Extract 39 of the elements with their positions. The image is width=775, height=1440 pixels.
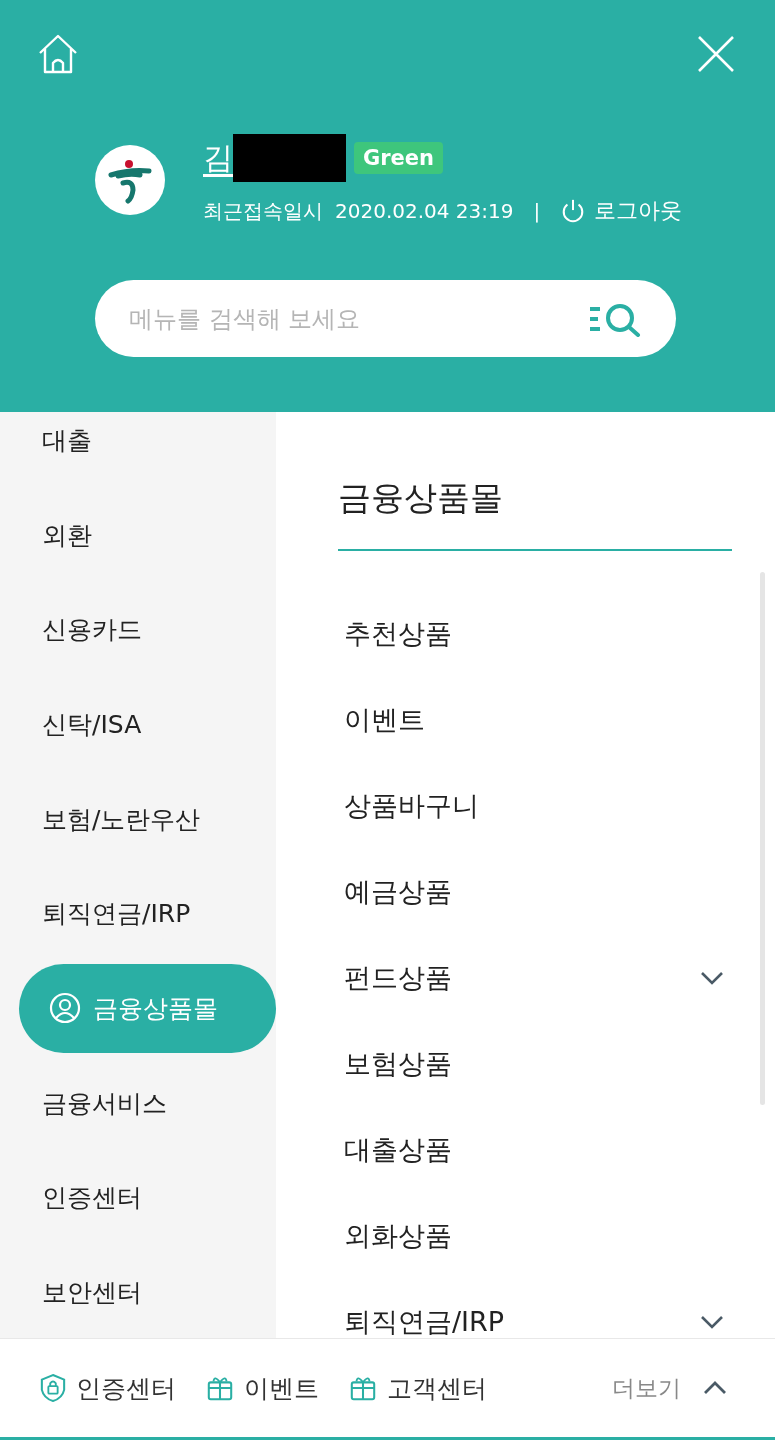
menu-item[interactable]: 상품바구니 bbox=[344, 763, 732, 849]
sidebar-item[interactable]: 인증센터 bbox=[0, 1153, 142, 1243]
sidebar-item[interactable]: 대출 bbox=[0, 395, 92, 485]
panel-title: 금융상품몰 bbox=[338, 412, 732, 551]
bottom-link[interactable]: 이벤트 bbox=[206, 1371, 319, 1405]
close-icon[interactable] bbox=[697, 35, 735, 73]
menu-item[interactable]: 대출상품 bbox=[344, 1107, 732, 1193]
gift-icon bbox=[206, 1374, 234, 1402]
sidebar-item[interactable]: 신용카드 bbox=[0, 585, 142, 675]
chevron-down-icon[interactable] bbox=[700, 971, 724, 985]
search-field[interactable]: 메뉴를 검색해 보세요 bbox=[127, 303, 588, 334]
menu-item[interactable]: 외화상품 bbox=[344, 1193, 732, 1279]
user-icon bbox=[49, 992, 81, 1025]
more-button[interactable]: 더보기 bbox=[612, 1372, 727, 1404]
menu-item[interactable]: 퇴직연금/IRP bbox=[344, 1279, 732, 1338]
last-login-label: 최근접속일시 bbox=[203, 197, 323, 225]
bottom-link[interactable]: 인증센터 bbox=[40, 1371, 176, 1405]
sidebar-item[interactable]: 보안센터 bbox=[0, 1248, 142, 1338]
menu-item[interactable]: 펀드상품 bbox=[344, 935, 732, 1021]
grade-badge: Green bbox=[354, 142, 444, 174]
logo-icon bbox=[95, 145, 165, 215]
menu-item[interactable]: 이벤트 bbox=[344, 677, 732, 763]
last-login-time: 2020.02.04 23:19 bbox=[335, 199, 514, 223]
bottom-link[interactable]: 고객센터 bbox=[349, 1371, 487, 1405]
gift-icon bbox=[349, 1374, 377, 1402]
separator: | bbox=[533, 199, 541, 223]
sidebar-item[interactable]: 보험/노란우산 bbox=[0, 774, 201, 864]
chevron-down-icon[interactable] bbox=[700, 1315, 724, 1329]
menu-item[interactable]: 보험상품 bbox=[344, 1021, 732, 1107]
sidebar-item[interactable]: 퇴직연금/IRP bbox=[0, 869, 191, 959]
sidebar-item[interactable]: 외환 bbox=[0, 490, 92, 580]
menu-item[interactable]: 예금상품 bbox=[344, 849, 732, 935]
home-icon[interactable] bbox=[38, 34, 78, 74]
menu-item[interactable]: 추천상품 bbox=[344, 591, 732, 677]
sidebar-item[interactable]: 금융서비스 bbox=[0, 1058, 167, 1148]
sidebar-item[interactable]: 신탁/ISA bbox=[0, 679, 142, 769]
shield-lock-icon bbox=[40, 1373, 66, 1403]
chevron-up-icon bbox=[703, 1381, 727, 1395]
search-bar[interactable]: 메뉴를 검색해 보세요 bbox=[95, 280, 676, 357]
